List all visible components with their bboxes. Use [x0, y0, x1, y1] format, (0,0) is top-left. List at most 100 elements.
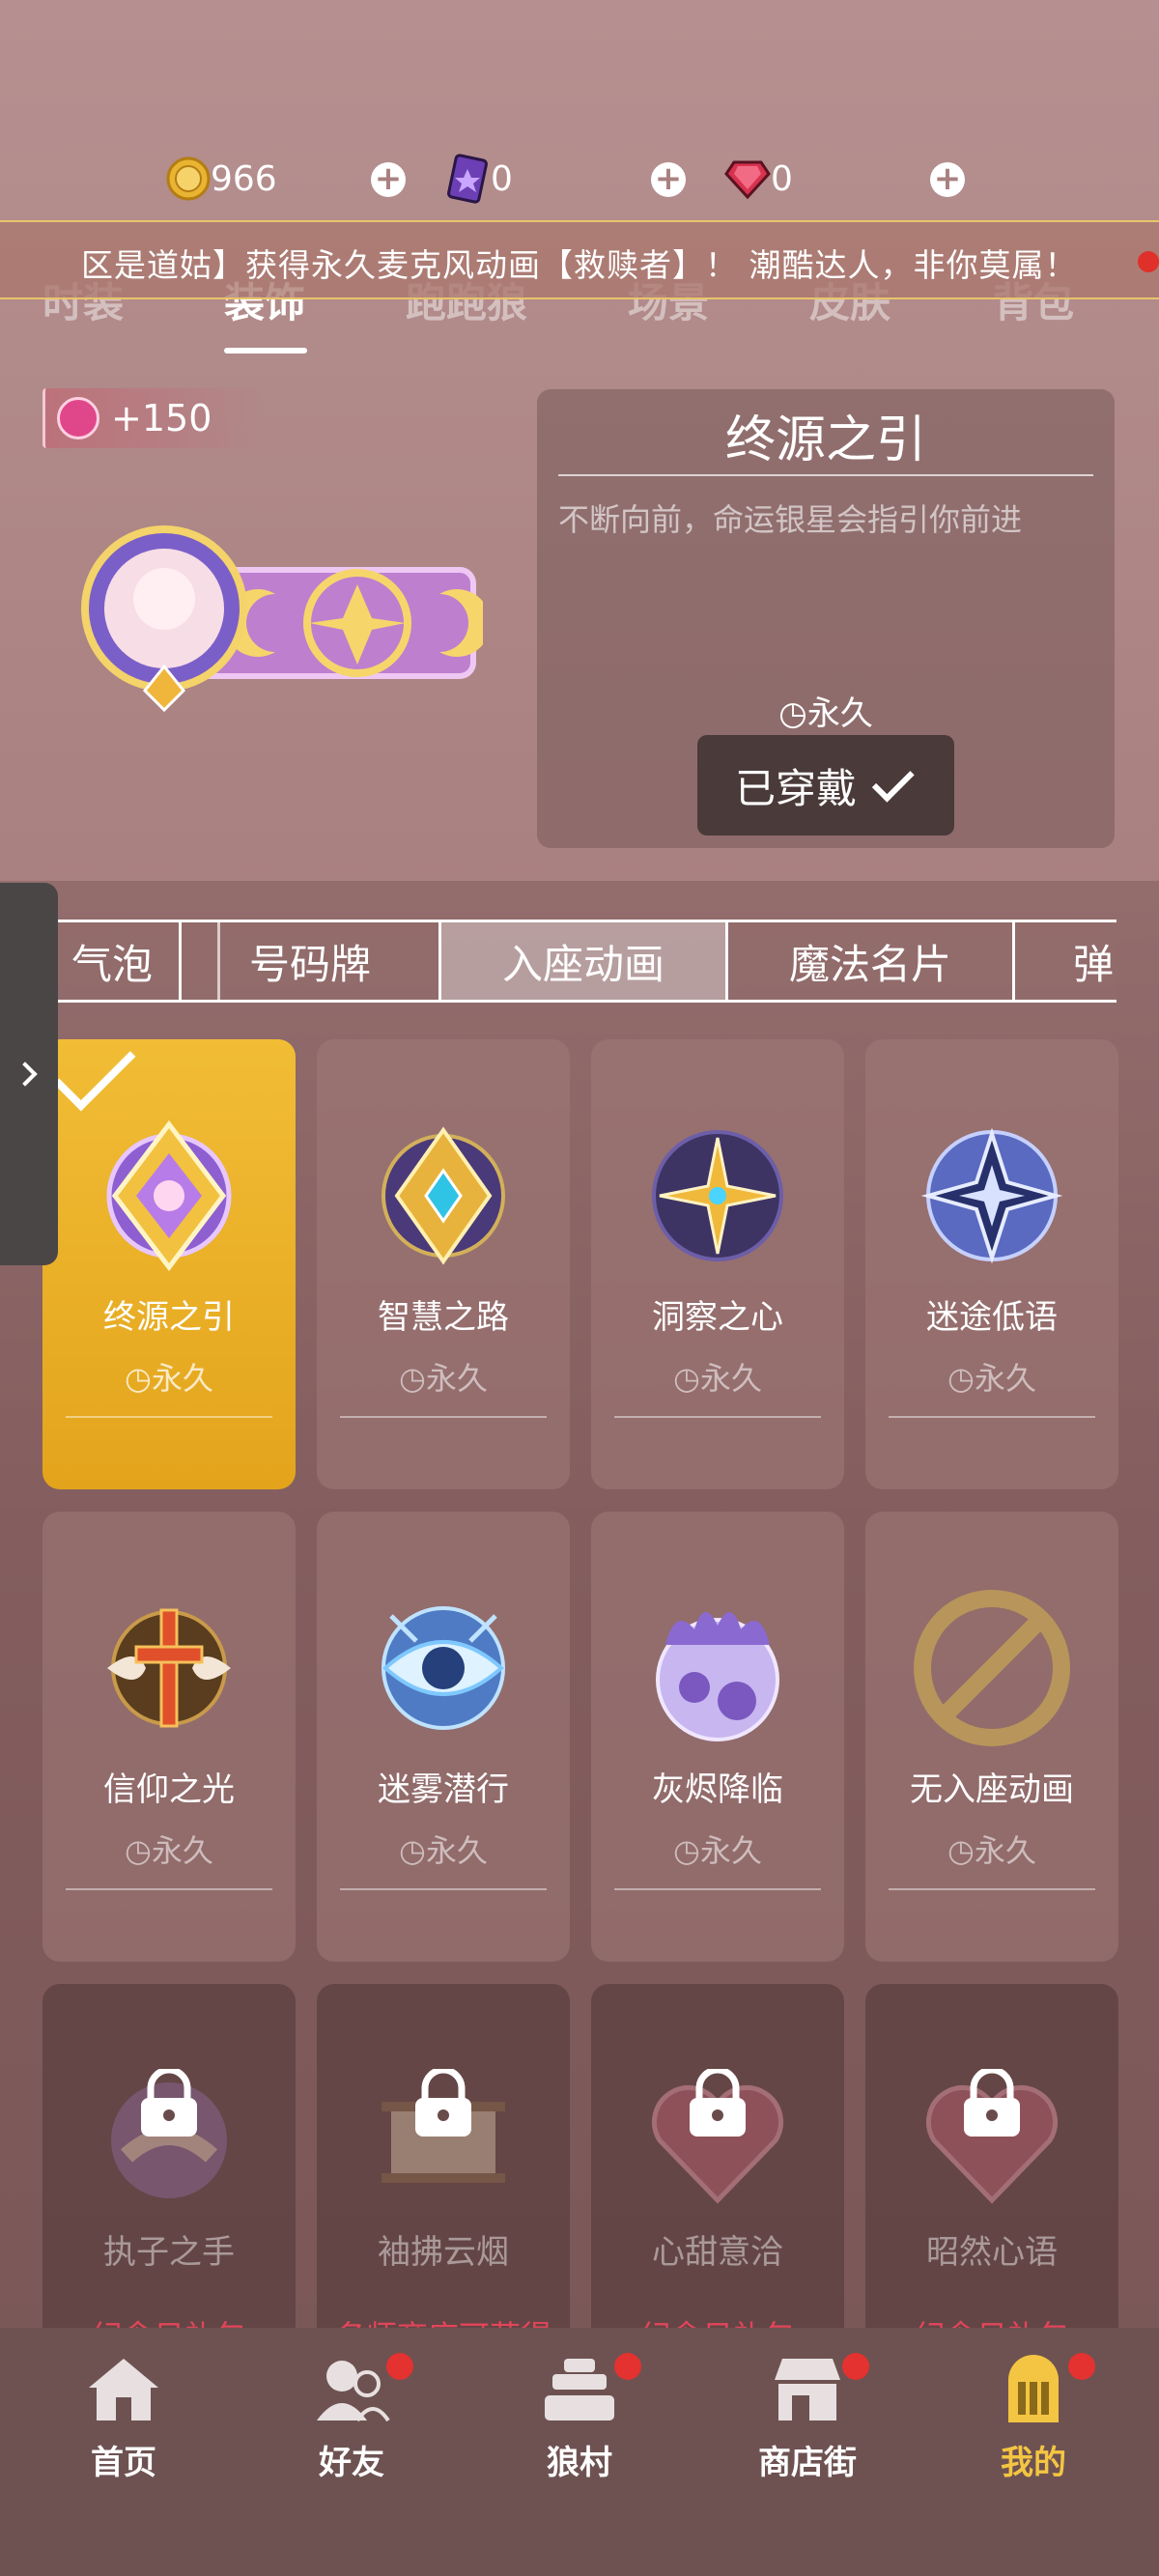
no-entry-icon — [914, 1590, 1070, 1746]
wisdom-path-icon — [382, 1126, 505, 1265]
item-duration: ◷永久 — [673, 1360, 762, 1397]
marquee-dot — [1138, 251, 1159, 272]
chevron-right-icon — [13, 1062, 38, 1087]
wardrobe-icon — [1008, 2355, 1059, 2422]
item-card[interactable]: 智慧之路 ◷永久 — [317, 1039, 570, 1489]
divider — [340, 1416, 547, 1418]
item-name: 无入座动画 — [910, 1770, 1074, 1809]
item-duration: ◷永久 — [673, 1832, 762, 1869]
item-card[interactable]: 洞察之心 ◷永久 — [591, 1039, 844, 1489]
timer-icon: ◷ — [778, 694, 807, 733]
points-badge: +150 — [42, 388, 265, 448]
insight-heart-icon — [652, 1130, 783, 1261]
add-gems-button[interactable]: + — [930, 162, 965, 197]
mist-stalker-icon — [382, 1606, 505, 1730]
divider — [889, 1888, 1095, 1890]
tab-label: 气泡 — [71, 940, 153, 988]
house-icon — [89, 2359, 158, 2420]
item-name: 袖拂云烟 — [378, 2233, 509, 2272]
tab-more[interactable]: 弹 — [1012, 920, 1117, 1003]
tab-number-plate[interactable]: 号码牌 — [179, 920, 441, 1003]
coin-balance: 966 — [166, 155, 277, 203]
notification-dot — [842, 2353, 869, 2380]
coin-value: 966 — [211, 158, 277, 199]
equipped-button[interactable]: 已穿戴 — [697, 735, 954, 835]
selected-check-icon — [53, 1039, 136, 1112]
tab-label: 魔法名片 — [788, 940, 951, 988]
item-card[interactable]: 灰烬降临 ◷永久 — [591, 1512, 844, 1962]
item-duration: ◷永久 — [947, 1360, 1036, 1397]
item-duration: ◷永久 — [125, 1360, 213, 1397]
item-name: 迷雾潜行 — [378, 1770, 509, 1809]
item-description: 不断向前，命运银星会指引你前进 — [558, 501, 1023, 538]
nav-home[interactable]: 首页 — [27, 2353, 220, 2488]
nav-shop-street[interactable]: 商店街 — [711, 2353, 904, 2488]
divider — [66, 1416, 272, 1418]
nav-label: 狼村 — [547, 2444, 612, 2482]
gem-value: 0 — [771, 158, 793, 199]
item-name: 心甜意洽 — [652, 2233, 783, 2272]
charm-gem-icon — [57, 397, 99, 439]
magic-card-icon — [447, 154, 488, 204]
item-name: 洞察之心 — [652, 1298, 783, 1337]
add-coins-button[interactable]: + — [371, 162, 406, 197]
bottom-navigation: 首页 好友 狼村 商店街 我的 — [0, 2328, 1159, 2576]
nav-friends[interactable]: 好友 — [255, 2353, 448, 2488]
subcategory-tabs: 气泡 号码牌 入座动画 魔法名片 弹 — [42, 920, 1117, 1003]
item-name: 终源之引 — [103, 1298, 235, 1337]
divider — [558, 474, 1093, 476]
divider — [66, 1888, 272, 1890]
item-name: 信仰之光 — [103, 1770, 235, 1809]
duration-label: 永久 — [806, 694, 873, 733]
currency-bar: 966 + 0 + 0 + — [0, 145, 1159, 212]
item-duration: ◷永久 — [399, 1360, 488, 1397]
tab-magic-card[interactable]: 魔法名片 — [725, 920, 1015, 1003]
add-cards-button[interactable]: + — [651, 162, 686, 197]
card-balance: 0 — [444, 154, 513, 204]
gem-balance: 0 — [724, 155, 793, 203]
tab-label: 号码牌 — [248, 940, 371, 988]
item-duration: ◷永久 — [125, 1832, 213, 1869]
divider — [614, 1416, 821, 1418]
notification-dot — [386, 2353, 413, 2380]
item-card[interactable]: 信仰之光 ◷永久 — [42, 1512, 296, 1962]
lock-icon — [964, 2069, 1020, 2137]
lock-icon — [690, 2069, 746, 2137]
item-card[interactable]: 迷雾潜行 ◷永久 — [317, 1512, 570, 1962]
item-name: 昭然心语 — [926, 2233, 1058, 2272]
check-icon — [871, 759, 915, 803]
nav-label: 首页 — [91, 2444, 156, 2482]
notification-dot — [614, 2353, 641, 2380]
item-duration: ◷永久 — [537, 687, 1115, 734]
ash-descent-icon — [656, 1611, 779, 1741]
lost-whisper-icon — [920, 1127, 1063, 1264]
item-name: 灰烬降临 — [652, 1770, 783, 1809]
equipped-label: 已穿戴 — [734, 764, 857, 812]
coin-icon — [166, 156, 211, 201]
item-detail-panel: 终源之引 不断向前，命运银星会指引你前进 ◷永久 已穿戴 — [537, 389, 1115, 848]
item-card[interactable]: 迷途低语 ◷永久 — [865, 1039, 1118, 1489]
nav-mine[interactable]: 我的 — [937, 2353, 1130, 2488]
item-card-selected[interactable]: 终源之引 ◷永久 — [42, 1039, 296, 1489]
lock-icon — [141, 2069, 197, 2137]
tab-label: 弹 — [1073, 940, 1115, 988]
side-drawer-handle[interactable] — [0, 883, 58, 1265]
origin-emblem-icon — [106, 1119, 232, 1272]
divider — [614, 1888, 821, 1890]
card-value: 0 — [491, 158, 513, 199]
item-name: 迷途低语 — [926, 1298, 1058, 1337]
tab-label: 入座动画 — [501, 940, 664, 988]
nav-label: 好友 — [319, 2444, 384, 2482]
friends-icon — [317, 2361, 390, 2422]
nav-label: 我的 — [1001, 2444, 1066, 2482]
fountain-icon — [545, 2359, 614, 2420]
item-title: 终源之引 — [724, 411, 926, 469]
marquee-text: 区是道姑】获得永久麦克风动画【救赎者】！ 潮酷达人，非你莫属！ — [81, 246, 1078, 284]
active-tab-indicator — [224, 348, 307, 354]
tab-seat-animation[interactable]: 入座动画 — [438, 920, 728, 1003]
item-card[interactable]: 无入座动画 ◷永久 — [865, 1512, 1118, 1962]
divider — [889, 1416, 1095, 1418]
item-name: 执子之手 — [103, 2233, 235, 2272]
nav-label: 商店街 — [758, 2444, 857, 2482]
nav-wolf-village[interactable]: 狼村 — [483, 2353, 676, 2488]
